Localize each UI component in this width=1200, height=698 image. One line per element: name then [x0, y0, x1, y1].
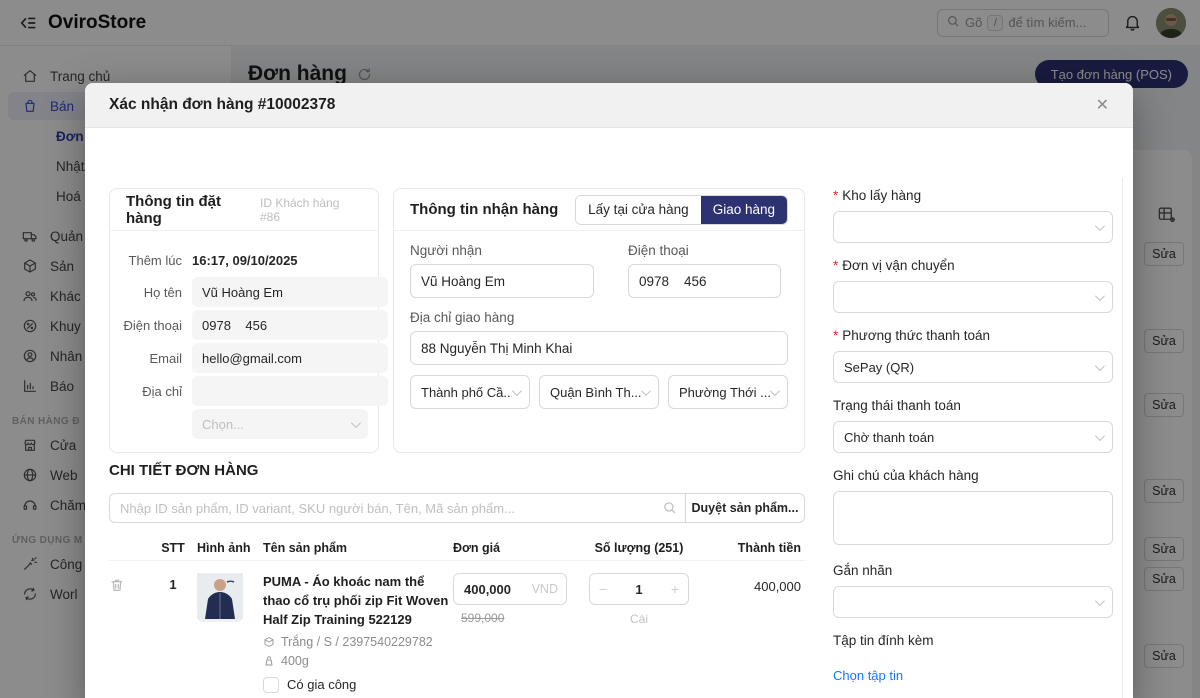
order-details-section: CHI TIẾT ĐƠN HÀNG Duyệt sản phẩm... STT …	[109, 462, 805, 698]
chevron-down-icon	[1095, 291, 1105, 301]
payment-method-label: Phương thức thanh toán	[842, 328, 990, 343]
search-icon	[662, 500, 677, 515]
tab-pickup-at-store[interactable]: Lấy tại cửa hàng	[576, 196, 701, 224]
phone-field[interactable]	[192, 310, 388, 340]
close-icon[interactable]: ✕	[1096, 95, 1109, 115]
modal-header: Xác nhận đơn hàng #10002378 ✕	[85, 83, 1133, 128]
scroll-track	[1122, 178, 1123, 698]
required-mark: *	[833, 328, 838, 343]
browse-products-button[interactable]: Duyệt sản phẩm...	[685, 493, 805, 523]
receiver-label: Người nhận	[410, 243, 594, 258]
chevron-down-icon	[1095, 431, 1105, 441]
weight-icon	[263, 655, 275, 667]
modal-body: Thông tin đặt hàng ID Khách hàng #86 Thê…	[85, 128, 1133, 698]
payment-status-label: Trạng thái thanh toán	[833, 398, 1113, 413]
chevron-down-icon	[641, 386, 651, 396]
order-info-panel: Thông tin đặt hàng ID Khách hàng #86 Thê…	[109, 188, 379, 453]
customer-id-label: ID Khách hàng #86	[260, 196, 362, 224]
district-select[interactable]: Quận Bình Th...	[539, 375, 659, 409]
delete-item-icon[interactable]	[109, 573, 149, 693]
choose-file-link[interactable]: Chọn tập tin	[833, 668, 903, 683]
table-row: 1 PUMA - Áo khoác nam thể thao cổ trụ ph…	[109, 561, 805, 698]
shipping-info-title: Thông tin nhận hàng	[410, 201, 558, 218]
receiver-field[interactable]	[410, 264, 594, 298]
address-field[interactable]	[192, 376, 388, 406]
unit-price-input[interactable]: 400,000 VND	[453, 573, 567, 605]
shipping-address-label: Địa chỉ giao hàng	[410, 310, 788, 325]
quantity-stepper: − 1 +	[589, 573, 689, 605]
fullname-label: Họ tên	[110, 285, 192, 300]
line-total: 400,000	[695, 573, 805, 693]
unit-label: Cái	[583, 612, 695, 626]
ward-select[interactable]: Phường Thới ...	[668, 375, 788, 409]
old-price: 599,000	[461, 611, 583, 625]
address-label: Địa chỉ	[110, 384, 192, 399]
product-name: PUMA - Áo khoác nam thể thao cổ trụ phối…	[263, 573, 453, 630]
chevron-down-icon	[512, 386, 522, 396]
required-mark: *	[833, 258, 838, 273]
phone-label: Điện thoại	[110, 318, 192, 333]
processing-checkbox[interactable]	[263, 677, 279, 693]
tab-delivery[interactable]: Giao hàng	[701, 196, 787, 224]
attachment-label: Tập tin đính kèm	[833, 633, 1113, 648]
added-at-value: 16:17, 09/10/2025	[192, 253, 298, 268]
items-table-header: STT Hình ảnh Tên sản phẩm Đơn giá Số lượ…	[109, 535, 805, 561]
warehouse-label: Kho lấy hàng	[842, 188, 921, 203]
variant-text: Trắng / S / 2397540229782	[281, 635, 433, 649]
col-price: Đơn giá	[453, 541, 583, 555]
city-select[interactable]: Thành phố Cầ...	[410, 375, 530, 409]
carrier-label: Đơn vị vận chuyển	[842, 258, 954, 273]
col-total: Thành tiền	[695, 541, 805, 555]
chevron-down-icon	[1095, 596, 1105, 606]
item-index: 1	[149, 573, 197, 693]
payment-method-select[interactable]: SePay (QR)	[833, 351, 1113, 383]
shipping-address-field[interactable]	[410, 331, 788, 365]
email-label: Email	[110, 351, 192, 366]
email-field[interactable]	[192, 343, 388, 373]
delivery-method-toggle: Lấy tại cửa hàng Giao hàng	[575, 195, 788, 225]
chevron-down-icon	[351, 418, 361, 428]
product-search-input[interactable]	[109, 493, 685, 523]
confirm-order-modal: Xác nhận đơn hàng #10002378 ✕ Thông tin …	[85, 83, 1133, 698]
order-details-title: CHI TIẾT ĐƠN HÀNG	[109, 462, 805, 479]
shipping-phone-field[interactable]	[628, 264, 781, 298]
tag-select[interactable]	[833, 586, 1113, 618]
order-info-title: Thông tin đặt hàng	[126, 193, 260, 227]
qty-minus-button[interactable]: −	[590, 581, 616, 597]
shipping-info-panel: Thông tin nhận hàng Lấy tại cửa hàng Gia…	[393, 188, 805, 453]
required-mark: *	[833, 188, 838, 203]
col-stt: STT	[149, 541, 197, 555]
variant-icon	[263, 636, 275, 648]
chevron-down-icon	[770, 386, 780, 396]
customer-address-select[interactable]: Chọn...	[192, 409, 368, 439]
col-image: Hình ảnh	[197, 541, 263, 555]
customer-note-textarea[interactable]	[833, 491, 1113, 545]
modal-title: Xác nhận đơn hàng #10002378	[109, 96, 335, 114]
chevron-down-icon	[1095, 361, 1105, 371]
app-root: OviroStore Gõ / để tìm kiếm... Trang chủ…	[0, 0, 1200, 698]
warehouse-select[interactable]	[833, 211, 1113, 243]
carrier-select[interactable]	[833, 281, 1113, 313]
col-qty: Số lượng (251)	[583, 541, 695, 555]
qty-plus-button[interactable]: +	[662, 581, 688, 597]
added-at-label: Thêm lúc	[110, 253, 192, 268]
fullname-field[interactable]	[192, 277, 388, 307]
order-options-panel: * Kho lấy hàng * Đơn vị vận chuyển * Phương…	[833, 188, 1113, 698]
qty-value[interactable]: 1	[616, 582, 662, 597]
shipping-phone-label: Điện thoại	[628, 243, 781, 258]
product-image-jacket	[197, 607, 243, 622]
chevron-down-icon	[1095, 221, 1105, 231]
weight-text: 400g	[281, 654, 309, 668]
tag-label: Gắn nhãn	[833, 563, 1113, 578]
payment-status-select[interactable]: Chờ thanh toán	[833, 421, 1113, 453]
col-name: Tên sản phẩm	[263, 541, 453, 555]
currency-suffix: VND	[532, 582, 558, 596]
processing-checkbox-label: Có gia công	[287, 677, 356, 692]
customer-note-label: Ghi chú của khách hàng	[833, 468, 1113, 483]
